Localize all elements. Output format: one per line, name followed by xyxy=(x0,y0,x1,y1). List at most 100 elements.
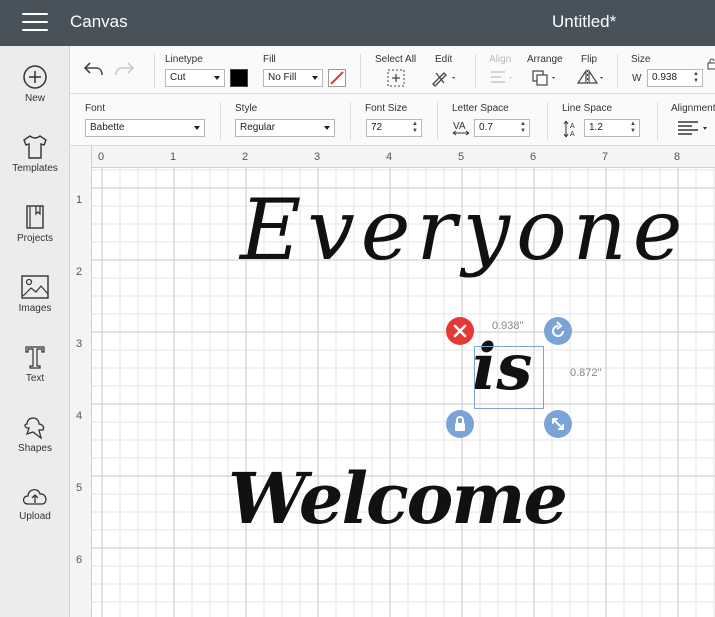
line-space-label: Line Space xyxy=(562,103,613,114)
linetype-color-swatch[interactable] xyxy=(230,69,248,87)
text-align-left-icon[interactable] xyxy=(676,120,710,136)
text-t-icon xyxy=(25,346,45,369)
toolbar-divider xyxy=(657,102,658,140)
selection-width-label: 0.938" xyxy=(492,320,524,332)
cloud-upload-icon xyxy=(22,489,47,505)
linetype-select[interactable]: Cut xyxy=(165,69,225,87)
ruler-top-number: 4 xyxy=(386,151,393,163)
toolbar-divider xyxy=(437,102,438,140)
ruler-top-number: 0 xyxy=(98,151,105,163)
linetype-value: Cut xyxy=(170,72,186,83)
linetype-label: Linetype xyxy=(165,54,203,65)
sidebar-item-new[interactable]: New xyxy=(0,64,70,128)
toolbar-divider xyxy=(360,54,361,88)
edit-toolbar: Linetype Cut Fill No Fill Select All Edi… xyxy=(70,46,715,94)
sidebar-item-templates[interactable]: Templates xyxy=(0,134,70,198)
letter-space-value: 0.7 xyxy=(479,122,493,133)
sidebar-item-label: Projects xyxy=(16,233,54,244)
stepper-arrows-icon[interactable]: ▲ ▼ xyxy=(412,121,418,135)
line-space-icon: AA xyxy=(563,120,575,138)
ruler-top-number: 7 xyxy=(602,151,609,163)
font-value: Babette xyxy=(90,122,125,133)
close-icon xyxy=(453,324,467,338)
ruler-top-number: 5 xyxy=(458,151,465,163)
toolbar-divider xyxy=(547,102,548,140)
app-title: Canvas xyxy=(70,12,128,31)
edit-label: Edit xyxy=(435,54,453,65)
ruler-top-number: 3 xyxy=(314,151,321,163)
sidebar-item-images[interactable]: Images xyxy=(0,274,70,338)
ruler-left-number: 4 xyxy=(76,410,83,422)
redo-icon[interactable] xyxy=(114,60,136,78)
stepper-arrows-icon[interactable]: ▲ ▼ xyxy=(693,71,699,85)
select-all-icon[interactable] xyxy=(386,69,406,87)
design-canvas[interactable]: Everyone is Welcome 0.938" 0.872" 012345… xyxy=(70,146,715,617)
fill-label: Fill xyxy=(263,54,276,65)
image-icon xyxy=(21,275,49,299)
stepper-arrows-icon[interactable]: ▲ ▼ xyxy=(630,121,636,135)
flip-label: Flip xyxy=(581,54,598,65)
sidebar-item-upload[interactable]: Upload xyxy=(0,484,70,548)
canvas-text-welcome[interactable]: Welcome xyxy=(228,464,568,534)
size-width-input[interactable]: 0.938 ▲ ▼ xyxy=(647,69,703,87)
arrange-label: Arrange xyxy=(527,54,563,65)
document-title[interactable]: Untitled* xyxy=(552,12,616,32)
svg-text:VA: VA xyxy=(453,121,466,132)
line-space-value: 1.2 xyxy=(589,122,603,133)
ruler-top-number: 8 xyxy=(674,151,681,163)
arrange-icon[interactable] xyxy=(530,69,560,87)
left-sidebar: New Templates Projects Images Text Shape… xyxy=(0,46,70,617)
letter-space-icon: VA xyxy=(452,121,470,136)
rotate-icon xyxy=(552,321,564,337)
svg-text:A: A xyxy=(570,123,575,130)
flip-icon[interactable] xyxy=(575,69,605,87)
delete-handle[interactable] xyxy=(446,317,474,345)
size-label: Size xyxy=(631,54,651,65)
selection-height-label: 0.872" xyxy=(570,367,602,379)
fill-select[interactable]: No Fill xyxy=(263,69,323,87)
select-all-label: Select All xyxy=(375,54,417,65)
ruler-left-number: 2 xyxy=(76,266,83,278)
no-fill-swatch-icon[interactable] xyxy=(328,69,346,87)
book-icon xyxy=(26,205,44,229)
top-bar: Canvas Untitled* xyxy=(0,0,715,46)
lock-icon xyxy=(455,416,465,431)
style-value: Regular xyxy=(240,122,276,133)
font-select[interactable]: Babette xyxy=(85,119,205,137)
ruler-top xyxy=(70,146,715,168)
font-size-input[interactable]: 72 ▲ ▼ xyxy=(366,119,422,137)
lock-aspect-icon[interactable] xyxy=(707,58,715,70)
ruler-left-number: 1 xyxy=(76,194,83,206)
line-space-input[interactable]: 1.2 ▲ ▼ xyxy=(584,119,640,137)
hamburger-menu-icon[interactable] xyxy=(22,13,48,33)
ruler-left-number: 6 xyxy=(76,554,83,566)
alignment-label: Alignment xyxy=(671,103,715,114)
ruler-top-number: 1 xyxy=(170,151,177,163)
edit-tools-icon[interactable] xyxy=(430,69,458,87)
resize-icon xyxy=(552,418,564,430)
style-select[interactable]: Regular xyxy=(235,119,335,137)
stepper-arrows-icon[interactable]: ▲ ▼ xyxy=(520,121,526,135)
toolbar-divider xyxy=(475,54,476,88)
chevron-down-icon xyxy=(194,126,200,130)
selection-box[interactable] xyxy=(474,346,544,409)
align-icon xyxy=(491,71,512,83)
chevron-down-icon xyxy=(312,76,318,80)
undo-icon[interactable] xyxy=(82,60,104,78)
lock-handle[interactable] xyxy=(446,410,474,438)
canvas-text-everyone[interactable]: Everyone xyxy=(240,188,688,272)
resize-handle[interactable] xyxy=(544,410,572,438)
letter-space-input[interactable]: 0.7 ▲ ▼ xyxy=(474,119,530,137)
toolbar-divider xyxy=(154,54,155,88)
svg-text:A: A xyxy=(570,131,575,138)
fill-value: No Fill xyxy=(268,72,297,83)
toolbar-divider xyxy=(220,102,221,140)
sidebar-item-text[interactable]: Text xyxy=(0,344,70,408)
style-label: Style xyxy=(235,103,258,114)
sidebar-item-shapes[interactable]: Shapes xyxy=(0,414,70,478)
sidebar-item-projects[interactable]: Projects xyxy=(0,204,70,268)
shirt-icon xyxy=(23,135,47,159)
rotate-handle[interactable] xyxy=(544,317,572,345)
ruler-top-number: 2 xyxy=(242,151,249,163)
sidebar-item-label: Templates xyxy=(12,163,58,174)
